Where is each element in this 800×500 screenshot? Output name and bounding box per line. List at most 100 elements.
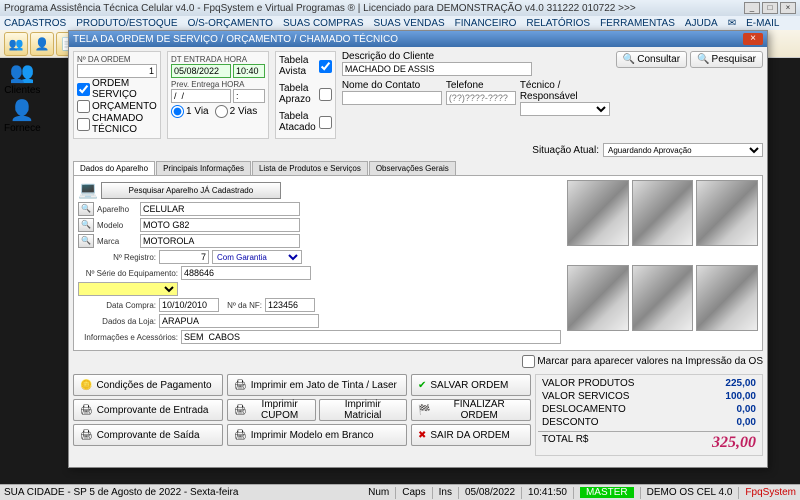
photos-grid [567,180,758,346]
close-button[interactable]: × [780,2,796,14]
maximize-button[interactable]: □ [762,2,778,14]
tab-produtos[interactable]: Lista de Produtos e Serviços [252,161,368,175]
extra-select[interactable] [78,282,178,296]
menu-ferramentas[interactable]: FERRAMENTAS [600,18,675,29]
imprimir-cupom-button[interactable]: 🖨Imprimir CUPOM [227,399,316,421]
lookup-marca-button[interactable]: 🔍 [78,234,94,248]
sidebar-item-fornece[interactable]: 👤 Fornece [4,98,41,134]
lookup-aparelho-button[interactable]: 🔍 [78,202,94,216]
valor-produtos: 225,00 [725,378,756,389]
imprimir-matricial-button[interactable]: Imprimir Matricial [319,399,408,421]
device-photo[interactable] [567,180,629,246]
salvar-ordem-button[interactable]: ✔SALVAR ORDEM [411,374,531,396]
tab-obs[interactable]: Observações Gerais [369,161,456,175]
toolbar-button[interactable]: 👥 [4,32,28,56]
comprovante-saida-button[interactable]: 🖨Comprovante de Saída [73,424,223,446]
status-time: 10:41:50 [528,487,567,498]
pesquisar-button[interactable]: 🔍Pesquisar [690,51,763,68]
device-photo[interactable] [696,180,758,246]
menu-vendas[interactable]: SUAS VENDAS [374,18,445,29]
order-no-label: Nº DA ORDEM [77,55,157,64]
cond-pagamento-button[interactable]: 🪙Condições de Pagamento [73,374,223,396]
menu-produto[interactable]: PRODUTO/ESTOQUE [76,18,177,29]
coin-icon: 🪙 [80,380,92,391]
dialog-close-button[interactable]: × [743,33,763,45]
tecnico-select[interactable] [520,102,610,116]
tabs: Dados do Aparelho Principais Informações… [73,161,763,176]
imprimir-modelo-button[interactable]: 🖨Imprimir Modelo em Branco [227,424,407,446]
menu-relatorios[interactable]: RELATÓRIOS [526,18,590,29]
dt-entrada-input[interactable] [171,64,231,78]
app-title: Programa Assistência Técnica Celular v4.… [4,3,636,14]
menu-ajuda[interactable]: AJUDA [685,18,718,29]
status-date: 05/08/2022 [465,487,515,498]
situacao-select[interactable]: Aguardando Aprovação [603,143,763,157]
chk-ordem-servico[interactable] [77,83,90,96]
consultar-button[interactable]: 🔍Consultar [616,51,687,68]
contato-input[interactable] [342,91,442,105]
menu-os[interactable]: O/S-ORÇAMENTO [188,18,273,29]
device-photo[interactable] [567,265,629,331]
printer-icon: 🖨 [234,405,247,416]
cliente-input[interactable] [342,62,532,76]
imprimir-jato-button[interactable]: 🖨Imprimir em Jato de Tinta / Laser [227,374,407,396]
chk-avista[interactable] [319,60,332,73]
chk-orcamento[interactable] [77,100,90,113]
menu-financeiro[interactable]: FINANCEIRO [455,18,517,29]
menu-compras[interactable]: SUAS COMPRAS [283,18,364,29]
info-input[interactable] [181,330,561,344]
hora-input[interactable] [233,64,265,78]
search-aparelho-button[interactable]: Pesquisar Aparelho JÁ Cadastrado [101,182,281,199]
data-compra-input[interactable] [159,298,219,312]
prev-hora-input[interactable] [233,89,265,103]
printer-icon: 🖨 [234,430,247,441]
lookup-modelo-button[interactable]: 🔍 [78,218,94,232]
check-icon: ✔ [418,380,426,391]
exit-icon: ✖ [418,430,426,441]
status-brand: FpqSystem [745,487,796,498]
radio-1via[interactable] [171,105,184,118]
loja-input[interactable] [159,314,319,328]
radio-2vias[interactable] [215,105,228,118]
printer-icon: 🖨 [234,380,247,391]
valor-desconto: 0,00 [737,417,756,428]
serie-input[interactable] [181,266,311,280]
device-photo[interactable] [632,180,694,246]
marca-input[interactable] [140,234,300,248]
chk-chamado[interactable] [77,118,90,131]
status-location: SUA CIDADE - SP 5 de Agosto de 2022 - Se… [4,487,238,498]
telefone-input[interactable] [446,91,516,105]
toolbar-button[interactable]: 👤 [30,32,54,56]
menu-cadastros[interactable]: CADASTROS [4,18,66,29]
sidebar-item-clientes[interactable]: 👥 Clientes [4,60,41,96]
envelope-icon: ✉ [728,18,736,29]
dialog-titlebar: TELA DA ORDEM DE SERVIÇO / ORÇAMENTO / C… [69,31,767,47]
sidebar: 👥 Clientes 👤 Fornece [4,60,41,134]
device-photo[interactable] [632,265,694,331]
tab-dados-aparelho[interactable]: Dados do Aparelho [73,161,155,175]
chk-marcar-impressao[interactable] [522,355,535,368]
modelo-input[interactable] [140,218,300,232]
registro-input[interactable] [159,250,209,264]
finalizar-ordem-button[interactable]: 🏁FINALIZAR ORDEM [411,399,531,421]
prev-date-input[interactable] [171,89,231,103]
menu-email[interactable]: E-MAIL [746,18,779,29]
chk-aprazo[interactable] [319,88,332,101]
nf-input[interactable] [265,298,315,312]
aparelho-input[interactable] [140,202,300,216]
valor-deslocamento: 0,00 [737,404,756,415]
totals-panel: VALOR PRODUTOS225,00 VALOR SERVICOS100,0… [535,374,763,456]
order-no-input[interactable] [77,64,157,78]
chk-atacado[interactable] [319,116,332,129]
sair-ordem-button[interactable]: ✖SAIR DA ORDEM [411,424,531,446]
garantia-select[interactable]: Com Garantia [212,250,302,264]
printer-icon: 🖨 [80,430,93,441]
status-db: DEMO OS CEL 4.0 [647,487,733,498]
device-photo[interactable] [696,265,758,331]
flag-icon: 🏁 [418,405,430,416]
comprovante-entrada-button[interactable]: 🖨Comprovante de Entrada [73,399,223,421]
dialog-title: TELA DA ORDEM DE SERVIÇO / ORÇAMENTO / C… [73,34,398,45]
tab-info[interactable]: Principais Informações [156,161,251,175]
status-user: MASTER [580,487,634,498]
minimize-button[interactable]: _ [744,2,760,14]
